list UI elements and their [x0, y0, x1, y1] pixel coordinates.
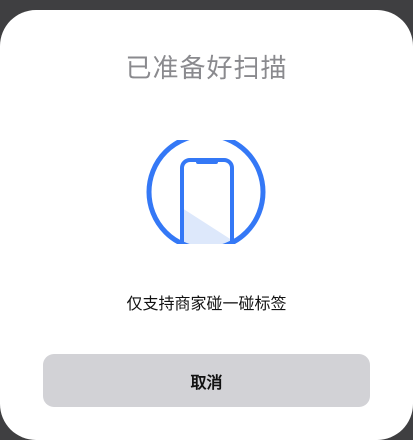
sheet-title: 已准备好扫描	[125, 54, 288, 84]
nfc-phone-scan-icon	[144, 132, 268, 252]
hint-text: 仅支持商家碰一碰标签	[126, 294, 287, 313]
cancel-button[interactable]: 取消	[43, 354, 370, 407]
nfc-scan-sheet: 已准备好扫描 仅支持商家碰一碰标签 取消	[0, 10, 413, 440]
